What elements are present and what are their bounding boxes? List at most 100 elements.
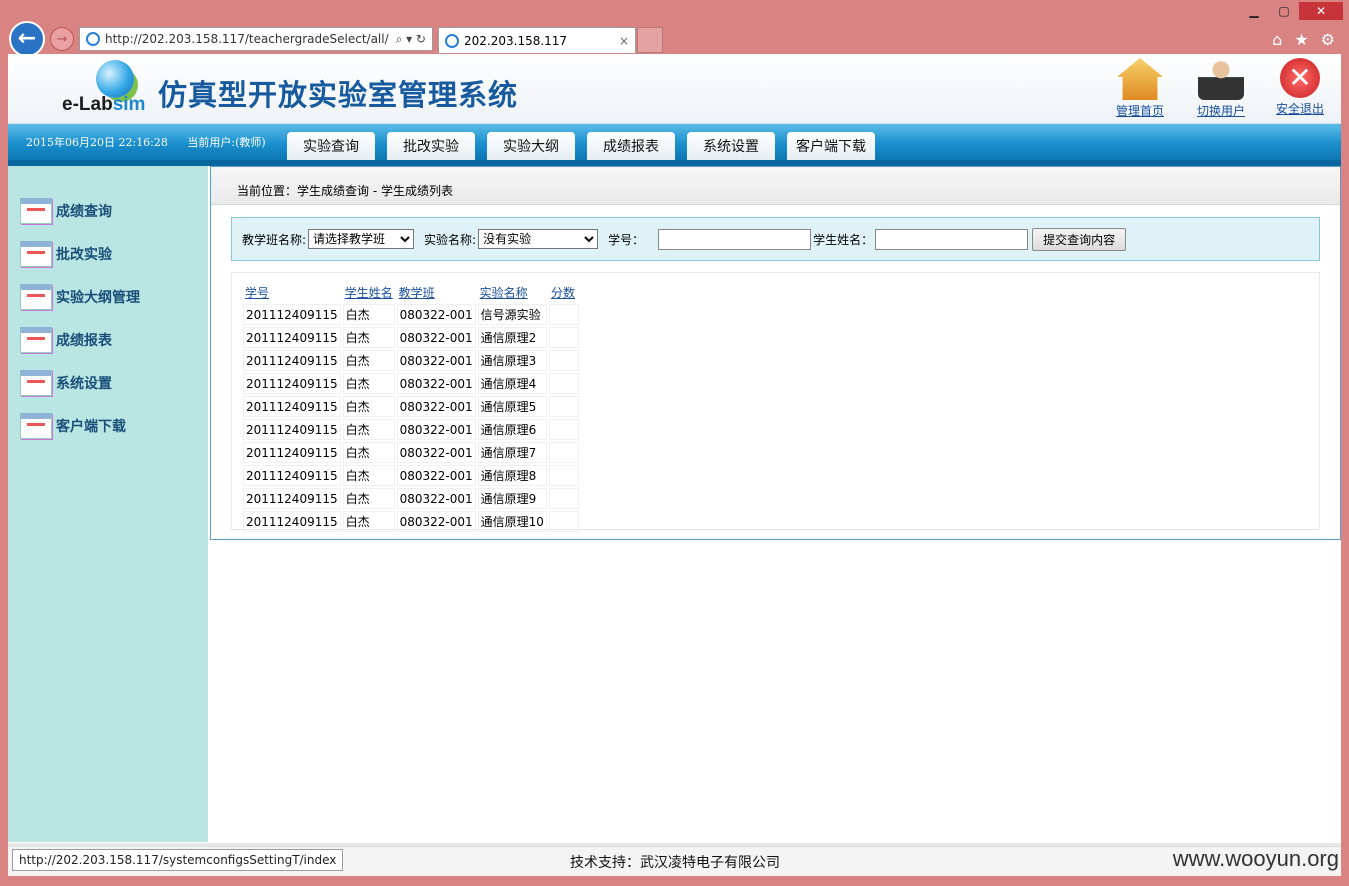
top-link-home[interactable]: 管理首页 xyxy=(1108,58,1172,119)
experiment-select[interactable]: 没有实验 xyxy=(478,229,599,249)
cell-experiment: 通信原理2 xyxy=(477,327,547,348)
sidebar-item-grade-report[interactable]: 成绩报表 xyxy=(20,327,112,353)
document-icon xyxy=(20,327,52,353)
results-panel: 学号 学生姓名 教学班 实验名称 分数 201112409115 白杰 080322… xyxy=(231,272,1320,532)
nav-tab-system-settings[interactable]: 系统设置 xyxy=(687,132,775,160)
switch-user-link[interactable]: 切换用户 xyxy=(1189,102,1253,119)
ie-tab-icon xyxy=(445,33,459,48)
column-header-student-name: 学生姓名 xyxy=(343,283,395,302)
cell-experiment: 通信原理4 xyxy=(477,373,547,394)
table-row: 201112409115 白杰 080322-001 通信原理10 xyxy=(243,511,579,532)
sort-student-name-link[interactable]: 学生姓名 xyxy=(345,286,393,300)
nav-tab-grade-experiment[interactable]: 批改实验 xyxy=(387,132,475,160)
document-icon xyxy=(20,241,52,267)
new-tab-button[interactable] xyxy=(637,27,663,53)
sidebar-item-grade-query[interactable]: 成绩查询 xyxy=(20,198,112,224)
sidebar-item-client-download[interactable]: 客户端下载 xyxy=(20,413,126,439)
cell-student-id: 201112409115 xyxy=(243,488,341,509)
cell-student-name: 白杰 xyxy=(342,304,395,325)
favorites-star-icon[interactable]: ★ xyxy=(1294,30,1308,49)
tab-title: 202.203.158.117 xyxy=(464,33,568,48)
sidebar-item-syllabus[interactable]: 实验大纲管理 xyxy=(20,284,140,310)
sidebar-item-grade-experiment[interactable]: 批改实验 xyxy=(20,241,112,267)
nav-tab-syllabus[interactable]: 实验大纲 xyxy=(487,132,575,160)
cell-experiment: 通信原理5 xyxy=(477,396,547,417)
class-label: 教学班名称: xyxy=(242,232,307,247)
tab-close-icon[interactable]: × xyxy=(619,34,629,48)
minimize-button[interactable]: ▁ xyxy=(1239,2,1269,20)
browser-window: ▁ ▢ ✕ ← → http://202.203.158.117/teacher… xyxy=(0,0,1349,886)
sidebar-item-label: 实验大纲管理 xyxy=(56,290,140,306)
logout-link[interactable]: 安全退出 xyxy=(1268,100,1332,117)
browser-tab[interactable]: 202.203.158.117 × xyxy=(438,27,636,53)
nav-tab-client-download[interactable]: 客户端下载 xyxy=(787,132,875,160)
table-row: 201112409115 白杰 080322-001 通信原理8 xyxy=(243,465,579,486)
cell-student-id: 201112409115 xyxy=(243,304,341,325)
logo-suffix: sim xyxy=(112,94,146,115)
table-row: 201112409115 白杰 080322-001 信号源实验 xyxy=(243,304,579,325)
sidebar-item-label: 成绩报表 xyxy=(56,333,112,349)
window-controls: ▁ ▢ ✕ xyxy=(1239,2,1343,20)
cell-class: 080322-001 xyxy=(396,396,476,417)
sort-student-id-link[interactable]: 学号 xyxy=(245,286,269,300)
cell-student-name: 白杰 xyxy=(342,511,395,532)
nav-tab-experiment-query[interactable]: 实验查询 xyxy=(287,132,375,160)
top-link-logout[interactable]: ✕ 安全退出 xyxy=(1268,58,1332,117)
cell-student-id: 201112409115 xyxy=(243,511,341,532)
cell-score xyxy=(548,488,579,509)
settings-gear-icon[interactable]: ⚙ xyxy=(1321,30,1335,49)
class-select[interactable]: 请选择教学班 xyxy=(308,229,415,249)
table-row: 201112409115 白杰 080322-001 通信原理6 xyxy=(243,419,579,440)
navbar-info: 2015年06月20日 22:16:28 当前用户:(教师) xyxy=(26,134,282,150)
cell-class: 080322-001 xyxy=(396,373,476,394)
cell-student-name: 白杰 xyxy=(342,488,395,509)
cell-student-id: 201112409115 xyxy=(243,419,341,440)
datetime: 2015年06月20日 22:16:28 xyxy=(26,136,168,149)
back-arrow-icon: ← xyxy=(17,26,37,51)
web-page: e-Labsim 仿真型开放实验室管理系统 管理首页 切换用户 ✕ 安全退出 2… xyxy=(8,54,1341,846)
cell-student-name: 白杰 xyxy=(342,442,395,463)
document-icon xyxy=(20,413,52,439)
cell-class: 080322-001 xyxy=(396,304,476,325)
address-bar[interactable]: http://202.203.158.117/teachergradeSelec… xyxy=(79,27,433,51)
table-row: 201112409115 白杰 080322-001 通信原理9 xyxy=(243,488,579,509)
cell-score xyxy=(548,350,579,371)
top-link-switch[interactable]: 切换用户 xyxy=(1189,58,1253,119)
student-name-input[interactable] xyxy=(875,228,1029,250)
sort-score-link[interactable]: 分数 xyxy=(551,286,575,300)
nav-tab-grade-report[interactable]: 成绩报表 xyxy=(587,132,675,160)
main-navbar: 2015年06月20日 22:16:28 当前用户:(教师) 实验查询 批改实验… xyxy=(8,124,1341,160)
watermark: www.wooyun.org xyxy=(1172,846,1339,871)
cell-class: 080322-001 xyxy=(396,419,476,440)
student-id-input[interactable] xyxy=(658,228,812,250)
cell-class: 080322-001 xyxy=(396,350,476,371)
home-icon[interactable]: ⌂ xyxy=(1272,30,1282,49)
cell-class: 080322-001 xyxy=(396,465,476,486)
submit-query-button[interactable]: 提交查询内容 xyxy=(1032,227,1127,251)
globe-logo-icon xyxy=(96,60,134,98)
document-icon xyxy=(20,284,52,310)
cell-student-id: 201112409115 xyxy=(243,327,341,348)
address-url[interactable]: http://202.203.158.117/teachergradeSelec… xyxy=(105,32,396,46)
breadcrumb: 当前位置：学生成绩查询 - 学生成绩列表 xyxy=(211,167,1340,205)
student-name-label: 学生姓名： xyxy=(813,232,874,247)
address-buttons[interactable]: ⌕ ▾ ↻ xyxy=(396,32,432,47)
cell-student-id: 201112409115 xyxy=(243,396,341,417)
close-window-button[interactable]: ✕ xyxy=(1299,2,1343,20)
cell-score xyxy=(548,511,579,532)
cell-score xyxy=(548,465,579,486)
home-link[interactable]: 管理首页 xyxy=(1108,102,1172,119)
cell-student-name: 白杰 xyxy=(342,327,395,348)
forward-button[interactable]: → xyxy=(50,27,74,51)
status-url-tooltip: http://202.203.158.117/systemconfigsSett… xyxy=(12,849,344,871)
browser-toolbar-icons: ⌂ ★ ⚙ xyxy=(1272,30,1335,49)
sort-experiment-link[interactable]: 实验名称 xyxy=(480,286,528,300)
logo-prefix: e-Lab xyxy=(62,94,113,115)
table-row: 201112409115 白杰 080322-001 通信原理4 xyxy=(243,373,579,394)
cell-score xyxy=(548,373,579,394)
sidebar-item-label: 客户端下载 xyxy=(56,419,126,435)
maximize-button[interactable]: ▢ xyxy=(1269,2,1299,20)
back-button[interactable]: ← xyxy=(9,21,45,57)
sort-class-link[interactable]: 教学班 xyxy=(399,286,435,300)
sidebar-item-system-settings[interactable]: 系统设置 xyxy=(20,370,112,396)
